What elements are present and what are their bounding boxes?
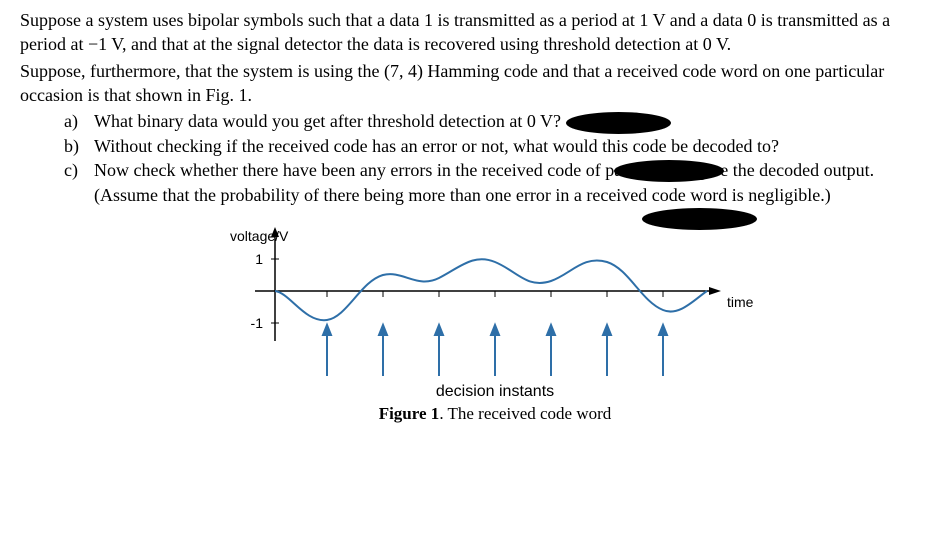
question-a: a) What binary data would you get after … bbox=[64, 109, 910, 134]
question-list: a) What binary data would you get after … bbox=[20, 109, 910, 207]
question-b-text: Without checking if the received code ha… bbox=[94, 136, 779, 156]
figure-caption: Figure 1. The received code word bbox=[379, 404, 612, 423]
intro-paragraph-1: Suppose a system uses bipolar symbols su… bbox=[20, 8, 910, 57]
received-signal-curve bbox=[275, 259, 707, 320]
question-c-text: Now check whether there have been any er… bbox=[94, 160, 874, 204]
decision-arrows bbox=[323, 325, 667, 376]
x-axis-label: time bbox=[727, 294, 754, 310]
figure-1: 1 -1 voltage/V time decision instants Fi… bbox=[20, 221, 910, 437]
ytick-pos: 1 bbox=[255, 251, 263, 267]
intro-paragraph-2: Suppose, furthermore, that the system is… bbox=[20, 59, 910, 108]
question-a-text: What binary data would you get after thr… bbox=[94, 111, 561, 131]
redaction-mark bbox=[566, 112, 671, 134]
ytick-neg: -1 bbox=[251, 315, 264, 331]
decision-instants-label: decision instants bbox=[436, 383, 554, 400]
question-b-marker: b) bbox=[64, 134, 94, 158]
figure-1-svg: 1 -1 voltage/V time decision instants Fi… bbox=[155, 221, 775, 431]
question-c-marker: c) bbox=[64, 158, 94, 207]
question-c: c) Now check whether there have been any… bbox=[64, 158, 910, 207]
question-b: b) Without checking if the received code… bbox=[64, 134, 910, 158]
question-a-marker: a) bbox=[64, 109, 94, 134]
y-axis-label: voltage/V bbox=[230, 228, 289, 244]
